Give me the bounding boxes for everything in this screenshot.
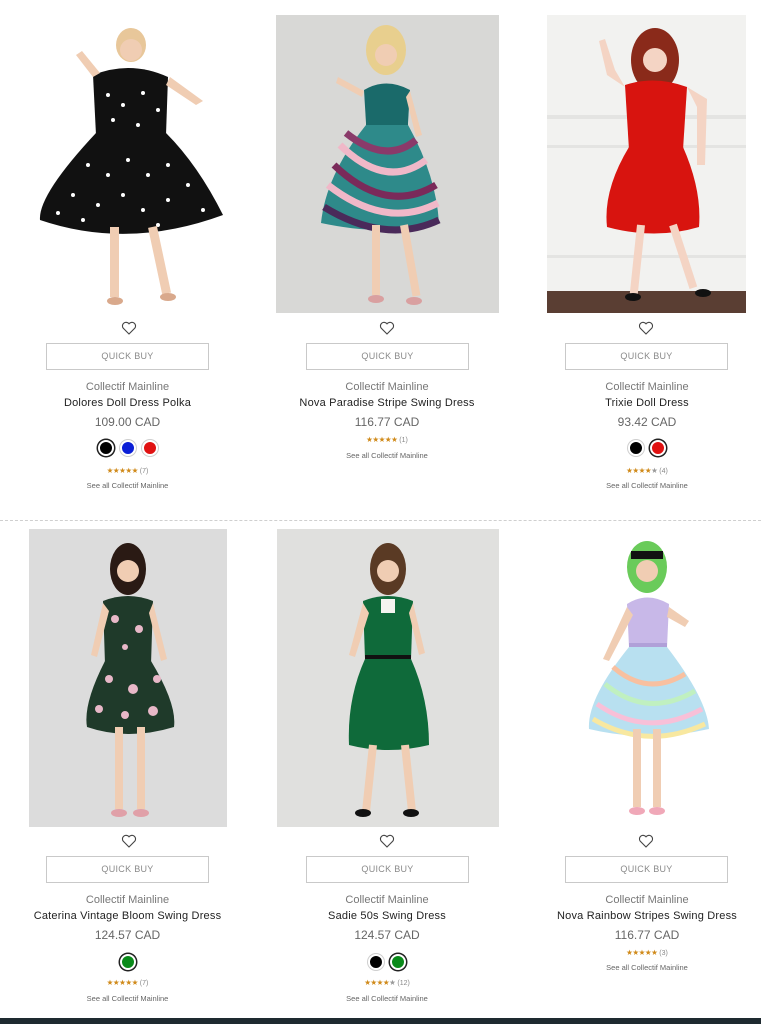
quick-buy-button[interactable]: QUICK BUY <box>565 343 728 370</box>
product-rating[interactable]: ★★★★★ (4) <box>517 467 761 475</box>
color-swatches <box>517 440 761 456</box>
product-brand[interactable]: Collectif Mainline <box>257 381 517 393</box>
product-name[interactable]: Sadie 50s Swing Dress <box>257 910 517 922</box>
product-card: QUICK BUY Collectif Mainline Trixie Doll… <box>517 0 761 513</box>
color-swatch[interactable] <box>368 954 384 970</box>
quick-buy-button[interactable]: QUICK BUY <box>46 856 209 883</box>
product-card: QUICK BUY Collectif Mainline Dolores Dol… <box>0 0 259 513</box>
star-rating-icon: ★★★★★ <box>626 466 658 475</box>
color-swatch[interactable] <box>97 440 114 456</box>
product-rating[interactable]: ★★★★★ (7) <box>0 467 255 475</box>
product-brand[interactable]: Collectif Mainline <box>257 894 517 906</box>
product-rating[interactable]: ★★★★★ (7) <box>0 979 255 987</box>
product-brand[interactable]: Collectif Mainline <box>517 381 761 393</box>
star-rating-icon: ★★★★★ <box>366 435 398 444</box>
see-all-brand-link[interactable]: See all Collectif Mainline <box>0 481 255 490</box>
product-card: QUICK BUY Collectif Mainline Nova Rainbo… <box>517 513 761 1024</box>
product-name[interactable]: Trixie Doll Dress <box>517 397 761 409</box>
product-price: 116.77 CAD <box>354 415 420 429</box>
heart-icon[interactable] <box>638 833 654 849</box>
review-count: (4) <box>659 467 668 475</box>
color-swatches <box>257 954 517 970</box>
review-count: (3) <box>659 949 668 957</box>
product-brand[interactable]: Collectif Mainline <box>517 894 761 906</box>
star-rating-icon: ★★★★★ <box>364 978 396 987</box>
see-all-brand-link[interactable]: See all Collectif Mainline <box>257 994 517 1003</box>
product-price: 124.57 CAD <box>94 928 161 942</box>
heart-icon[interactable] <box>121 320 137 336</box>
product-brand[interactable]: Collectif Mainline <box>0 381 255 393</box>
product-row: QUICK BUY Collectif Mainline Dolores Dol… <box>0 0 761 513</box>
product-image[interactable] <box>276 15 499 313</box>
product-name[interactable]: Dolores Doll Dress Polka <box>0 397 255 409</box>
product-card: QUICK BUY Collectif Mainline Nova Paradi… <box>257 0 516 513</box>
review-count: (1) <box>399 436 408 444</box>
color-swatches <box>0 440 255 456</box>
product-image[interactable] <box>18 15 241 313</box>
color-swatch[interactable] <box>119 440 136 456</box>
heart-icon[interactable] <box>121 833 137 849</box>
product-price: 93.42 CAD <box>617 415 677 429</box>
product-image[interactable] <box>277 529 499 827</box>
product-image[interactable] <box>547 529 746 827</box>
star-rating-icon: ★★★★★ <box>106 466 139 475</box>
see-all-brand-link[interactable]: See all Collectif Mainline <box>257 451 517 460</box>
product-rating[interactable]: ★★★★★ (12) <box>257 979 517 987</box>
heart-icon[interactable] <box>379 833 395 849</box>
star-rating-icon: ★★★★★ <box>626 948 658 957</box>
product-card: QUICK BUY Collectif Mainline Caterina Vi… <box>0 513 259 1024</box>
product-name[interactable]: Nova Paradise Stripe Swing Dress <box>257 397 517 409</box>
product-price: 109.00 CAD <box>94 415 161 429</box>
heart-icon[interactable] <box>379 320 395 336</box>
review-count: (7) <box>139 467 149 475</box>
heart-icon[interactable] <box>638 320 654 336</box>
quick-buy-button[interactable]: QUICK BUY <box>46 343 209 370</box>
product-row: QUICK BUY Collectif Mainline Caterina Vi… <box>0 513 761 1024</box>
color-swatch[interactable] <box>628 440 644 456</box>
product-price: 124.57 CAD <box>354 928 420 942</box>
color-swatch[interactable] <box>650 440 666 456</box>
product-price: 116.77 CAD <box>614 928 680 942</box>
footer-bar <box>0 1018 761 1024</box>
product-name[interactable]: Caterina Vintage Bloom Swing Dress <box>0 910 255 922</box>
see-all-brand-link[interactable]: See all Collectif Mainline <box>0 994 255 1003</box>
star-rating-icon: ★★★★★ <box>106 978 139 987</box>
review-count: (7) <box>139 979 149 987</box>
color-swatch[interactable] <box>390 954 406 970</box>
product-image[interactable] <box>547 15 746 313</box>
color-swatch[interactable] <box>119 954 136 970</box>
quick-buy-button[interactable]: QUICK BUY <box>565 856 728 883</box>
see-all-brand-link[interactable]: See all Collectif Mainline <box>517 481 761 490</box>
product-rating[interactable]: ★★★★★ (3) <box>517 949 761 957</box>
product-card: QUICK BUY Collectif Mainline Sadie 50s S… <box>257 513 516 1024</box>
color-swatches <box>0 954 255 970</box>
product-name[interactable]: Nova Rainbow Stripes Swing Dress <box>517 910 761 922</box>
product-rating[interactable]: ★★★★★ (1) <box>257 436 517 444</box>
product-brand[interactable]: Collectif Mainline <box>0 894 255 906</box>
product-image[interactable] <box>29 529 227 827</box>
see-all-brand-link[interactable]: See all Collectif Mainline <box>517 963 761 972</box>
review-count: (12) <box>397 979 410 987</box>
quick-buy-button[interactable]: QUICK BUY <box>306 343 469 370</box>
quick-buy-button[interactable]: QUICK BUY <box>306 856 469 883</box>
color-swatch[interactable] <box>141 440 158 456</box>
